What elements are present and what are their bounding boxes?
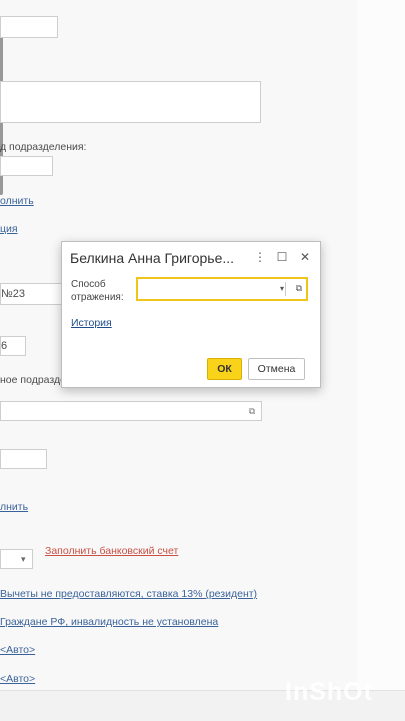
maximize-icon[interactable]: ☐ — [275, 250, 289, 264]
dialog-window: Белкина Анна Григорье... ⋮ ☐ ✕ Способ от… — [61, 241, 321, 388]
reflection-method-label: Способ отражения: — [71, 279, 124, 303]
open-icon[interactable]: ⧉ — [296, 283, 302, 294]
inshot-watermark: InShOt — [285, 678, 373, 706]
dropdown-arrow-icon[interactable]: ▾ — [280, 284, 284, 293]
input-separator — [285, 282, 286, 296]
history-link[interactable]: История — [71, 317, 112, 329]
reflection-method-input[interactable]: ▾ ⧉ — [136, 277, 308, 301]
more-vert-icon[interactable]: ⋮ — [253, 250, 267, 264]
cancel-button[interactable]: Отмена — [248, 358, 305, 380]
dialog-title: Белкина Анна Григорье... — [70, 250, 235, 266]
close-icon[interactable]: ✕ — [298, 250, 312, 264]
ok-button[interactable]: ОК — [207, 358, 242, 380]
